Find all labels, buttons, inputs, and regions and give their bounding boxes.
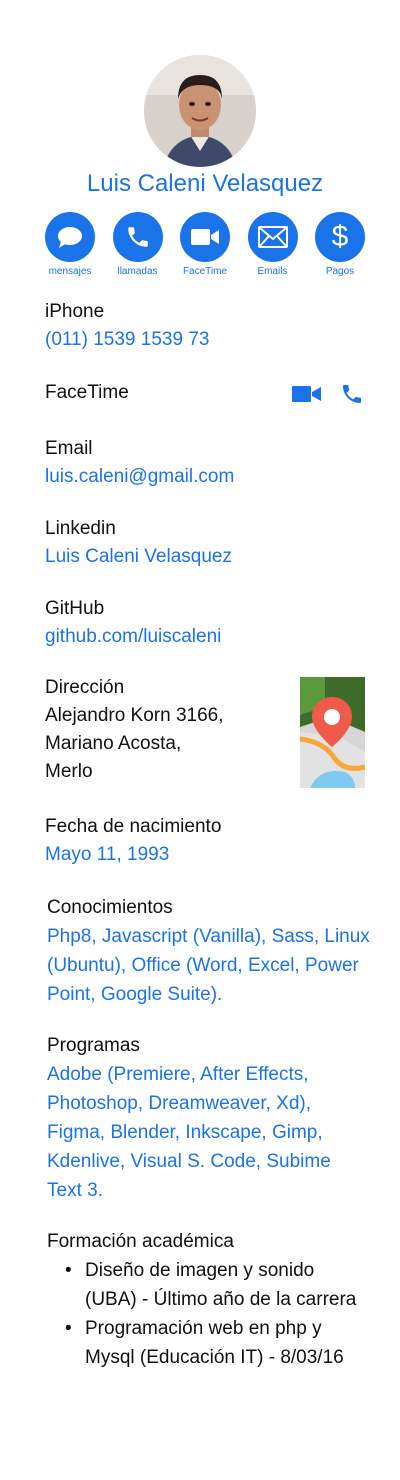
email-label: Email <box>45 438 93 459</box>
email-field: Email luis.caleni@gmail.com <box>45 435 370 491</box>
education-item: Diseño de imagen y sonido (UBA) - Último… <box>47 1256 365 1314</box>
address-line-1: Alejandro Korn 3166, <box>45 705 224 726</box>
github-value[interactable]: github.com/luiscaleni <box>45 623 370 651</box>
education-list: Diseño de imagen y sonido (UBA) - Último… <box>47 1256 365 1372</box>
mail-icon <box>247 212 298 262</box>
dollar-icon: $ <box>315 212 365 262</box>
programs-label: Programas <box>47 1035 140 1056</box>
action-bar: mensajes llamadas FaceTime Emails $ Pago… <box>40 212 370 277</box>
facetime-actions <box>292 382 364 406</box>
audio-call-icon[interactable] <box>340 382 364 406</box>
skills-field: Conocimientos Php8, Javascript (Vanilla)… <box>47 893 373 1009</box>
programs-value: Adobe (Premiere, After Effects, Photosho… <box>47 1064 331 1201</box>
education-field: Formación académica Diseño de imagen y s… <box>47 1227 365 1372</box>
avatar <box>144 55 256 167</box>
avatar-photo <box>144 55 256 167</box>
address-line-3: Merlo <box>45 761 93 782</box>
calls-label: llamadas <box>117 266 158 277</box>
emails-label: Emails <box>257 266 288 277</box>
payments-label: Pagos <box>325 266 355 277</box>
phone-label: iPhone <box>45 301 105 322</box>
video-icon <box>180 212 230 262</box>
phone-value[interactable]: (011) 1539 1539 73 <box>45 326 370 354</box>
skills-label: Conocimientos <box>47 897 173 918</box>
linkedin-label: Linkedin <box>45 518 116 539</box>
calls-button[interactable]: llamadas <box>108 212 168 277</box>
linkedin-value[interactable]: Luis Caleni Velasquez <box>45 543 370 571</box>
contact-name: Luis Caleni Velasquez <box>86 170 324 197</box>
birthdate-value[interactable]: Mayo 11, 1993 <box>45 841 370 869</box>
email-value[interactable]: luis.caleni@gmail.com <box>45 463 370 491</box>
address-field: Dirección Alejandro Korn 3166, Mariano A… <box>45 674 285 786</box>
address-line-2: Mariano Acosta, <box>45 733 182 754</box>
education-item: Programación web en php y Mysql (Educaci… <box>47 1314 365 1372</box>
phone-field: iPhone (011) 1539 1539 73 <box>45 298 370 354</box>
education-label: Formación académica <box>47 1231 234 1252</box>
facetime-button[interactable]: FaceTime <box>175 212 235 277</box>
linkedin-field: Linkedin Luis Caleni Velasquez <box>45 515 370 571</box>
phone-icon <box>112 212 163 262</box>
github-label: GitHub <box>45 598 105 619</box>
messages-button[interactable]: mensajes <box>40 212 100 277</box>
payments-button[interactable]: $ Pagos <box>310 212 370 277</box>
messages-label: mensajes <box>48 266 92 277</box>
map-thumbnail[interactable] <box>300 677 365 788</box>
skills-value: Php8, Javascript (Vanilla), Sass, Linux … <box>47 926 370 1005</box>
facetime-label: FaceTime <box>182 266 228 277</box>
birthdate-field: Fecha de nacimiento Mayo 11, 1993 <box>45 813 370 869</box>
video-call-icon[interactable] <box>292 384 322 404</box>
message-icon <box>45 212 95 262</box>
programs-field: Programas Adobe (Premiere, After Effects… <box>47 1031 363 1205</box>
emails-button[interactable]: Emails <box>243 212 303 277</box>
birthdate-label: Fecha de nacimiento <box>45 816 222 837</box>
github-field: GitHub github.com/luiscaleni <box>45 595 370 651</box>
address-label: Dirección <box>45 677 125 698</box>
